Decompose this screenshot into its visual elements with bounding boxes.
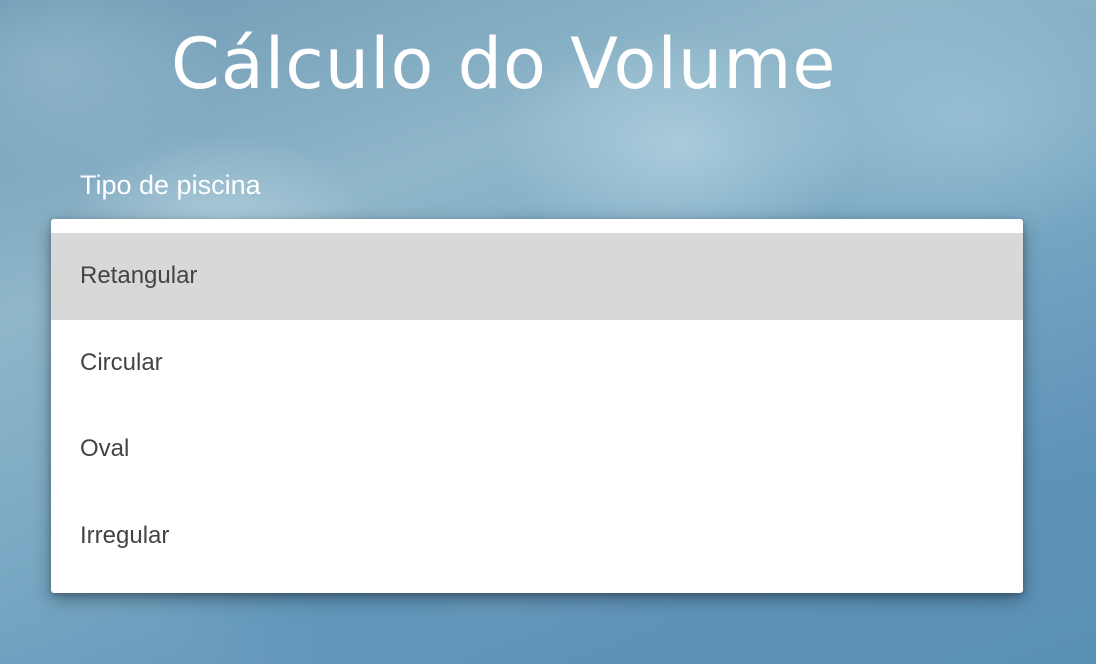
option-label: Circular [80,348,163,376]
pool-type-label: Tipo de piscina [80,170,261,200]
option-irregular[interactable]: Irregular [51,493,1023,580]
option-label: Oval [80,435,130,463]
option-circular[interactable]: Circular [51,320,1023,407]
page-title: Cálculo do Volume [171,23,837,105]
option-oval[interactable]: Oval [51,406,1023,493]
option-label: Retangular [80,262,198,290]
option-label: Irregular [80,521,170,549]
pool-type-dropdown-menu: Retangular Circular Oval Irregular [51,219,1023,593]
option-retangular[interactable]: Retangular [51,233,1023,320]
